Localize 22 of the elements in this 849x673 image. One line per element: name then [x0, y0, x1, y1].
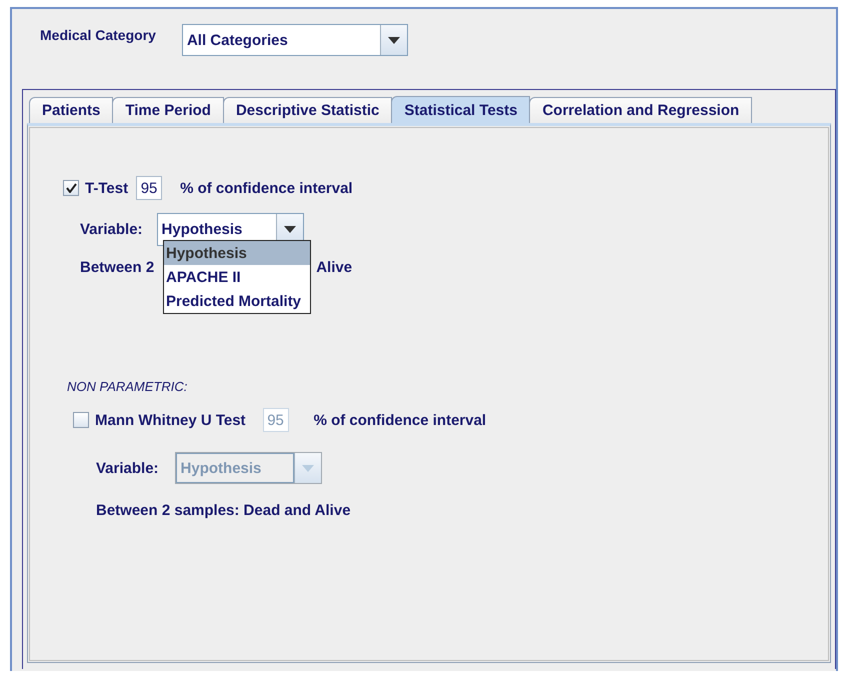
category-dropdown[interactable]: All Categories	[182, 24, 408, 56]
variable-label: Variable:	[96, 460, 159, 476]
variable-label: Variable:	[80, 221, 143, 238]
caret-icon	[284, 226, 296, 233]
samples-label: Between 2	[80, 259, 154, 276]
section-heading: NON PARAMETRIC:	[67, 379, 188, 394]
confidence-field[interactable]: 95	[136, 176, 162, 200]
samples-label: Between 2 samples: Dead and Alive	[96, 502, 351, 519]
tab[interactable]: Statistical Tests	[391, 96, 530, 123]
checkbox[interactable]	[63, 180, 79, 196]
confidence-label: % of confidence interval	[180, 180, 353, 196]
category-label: Medical Category	[40, 27, 156, 43]
caret-icon	[302, 464, 314, 472]
tab[interactable]: Correlation and Regression	[529, 97, 752, 123]
confidence-label: % of confidence interval	[314, 412, 486, 428]
dropdown-option[interactable]: Hypothesis	[164, 241, 310, 265]
samples-label: Alive	[316, 259, 352, 276]
dropdown-option[interactable]: APACHE II	[164, 265, 310, 289]
caret-icon	[388, 36, 400, 44]
checkbox-label[interactable]: T-Test	[85, 180, 128, 196]
tab[interactable]: Patients	[29, 97, 114, 123]
dropdown-option[interactable]: Predicted Mortality	[164, 289, 310, 313]
